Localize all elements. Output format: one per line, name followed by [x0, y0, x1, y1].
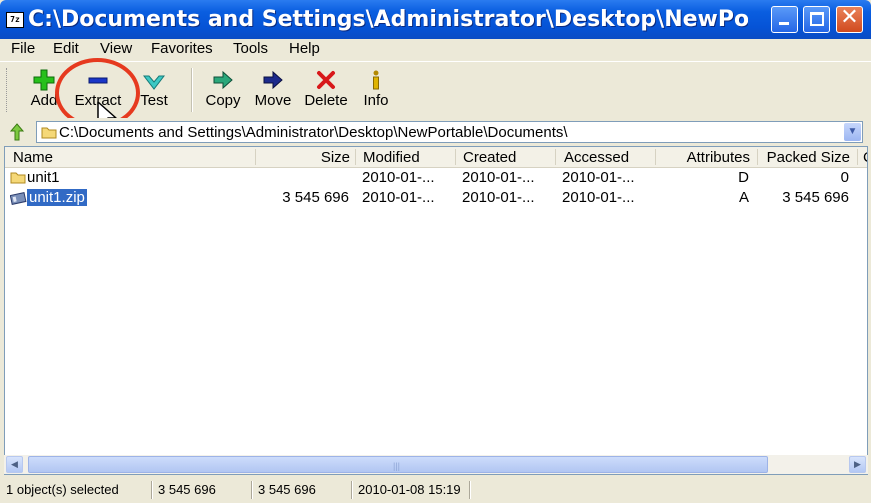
- close-icon: ✕: [840, 5, 859, 30]
- status-divider: [469, 481, 471, 499]
- row-packed-size: 0: [840, 169, 849, 186]
- menu-favorites[interactable]: Favorites: [151, 40, 213, 57]
- address-dropdown-button[interactable]: ▼: [844, 123, 861, 141]
- address-bar: C:\Documents and Settings\Administrator\…: [0, 118, 871, 146]
- add-label: Add: [30, 92, 58, 109]
- menu-help[interactable]: Help: [289, 40, 320, 57]
- move-label: Move: [254, 92, 292, 109]
- column-divider[interactable]: [355, 149, 356, 165]
- column-packed-size[interactable]: Packed Size: [760, 149, 850, 166]
- row-packed-size: 3 545 696: [782, 189, 849, 206]
- file-list: Name Size Modified Created Accessed Attr…: [4, 146, 868, 475]
- address-field[interactable]: C:\Documents and Settings\Administrator\…: [36, 121, 863, 143]
- maximize-icon: [810, 12, 824, 26]
- column-attributes[interactable]: Attributes: [660, 149, 750, 166]
- test-button[interactable]: Test: [135, 68, 173, 109]
- row-accessed: 2010-01-...: [562, 169, 635, 186]
- status-divider: [251, 481, 253, 499]
- status-size: 3 545 696: [158, 482, 216, 497]
- move-button[interactable]: Move: [253, 68, 293, 109]
- status-selected: 1 object(s) selected: [6, 482, 119, 497]
- info-button[interactable]: Info: [360, 68, 392, 109]
- status-packed: 3 545 696: [258, 482, 316, 497]
- menu-edit[interactable]: Edit: [53, 40, 79, 57]
- column-divider[interactable]: [757, 149, 758, 165]
- folder-up-icon[interactable]: [8, 122, 26, 142]
- row-attributes: A: [738, 189, 749, 206]
- row-created: 2010-01-...: [462, 189, 535, 206]
- toolbar-separator: [191, 68, 193, 112]
- horizontal-scrollbar[interactable]: ◀ ||| ▶: [4, 455, 868, 474]
- row-size: 3 545 696: [282, 189, 349, 206]
- row-name: unit1.zip: [27, 189, 87, 206]
- column-divider[interactable]: [655, 149, 656, 165]
- close-button[interactable]: ✕: [836, 5, 863, 33]
- toolbar-grip[interactable]: [6, 68, 10, 112]
- delete-x-icon: [317, 71, 335, 89]
- folder-icon: [41, 127, 57, 139]
- move-arrow-icon: [263, 70, 283, 90]
- info-icon: [373, 70, 379, 90]
- title-bar[interactable]: 7z C:\Documents and Settings\Administrat…: [0, 0, 871, 39]
- menu-tools[interactable]: Tools: [233, 40, 268, 57]
- selected-name: unit1.zip: [27, 189, 87, 206]
- column-created[interactable]: Created: [463, 149, 516, 166]
- row-accessed: 2010-01-...: [562, 189, 635, 206]
- column-divider[interactable]: [455, 149, 456, 165]
- row-modified: 2010-01-...: [362, 189, 435, 206]
- row-modified: 2010-01-...: [362, 169, 435, 186]
- column-size[interactable]: Size: [260, 149, 350, 166]
- add-icon: [33, 69, 55, 91]
- column-modified[interactable]: Modified: [363, 149, 420, 166]
- window-title: C:\Documents and Settings\Administrator\…: [28, 7, 748, 32]
- app-icon[interactable]: 7z: [6, 12, 24, 28]
- column-divider[interactable]: [255, 149, 256, 165]
- menu-file[interactable]: File: [11, 40, 35, 57]
- column-divider[interactable]: [555, 149, 556, 165]
- info-label: Info: [363, 92, 389, 109]
- checkmark-icon: [142, 75, 166, 90]
- row-attributes: D: [738, 169, 749, 186]
- status-divider: [351, 481, 353, 499]
- scroll-thumb[interactable]: |||: [28, 456, 768, 473]
- column-c[interactable]: C: [863, 149, 867, 166]
- grip-icon: |||: [393, 461, 401, 471]
- status-bar: 1 object(s) selected 3 545 696 3 545 696…: [0, 479, 871, 503]
- status-divider: [151, 481, 153, 499]
- column-name[interactable]: Name: [13, 149, 53, 166]
- maximize-button[interactable]: [803, 6, 830, 33]
- delete-label: Delete: [304, 92, 348, 109]
- minimize-button[interactable]: [771, 6, 798, 33]
- scroll-right-button[interactable]: ▶: [849, 456, 866, 473]
- address-path: C:\Documents and Settings\Administrator\…: [59, 124, 568, 141]
- list-header: Name Size Modified Created Accessed Attr…: [5, 147, 867, 168]
- column-divider[interactable]: [857, 149, 858, 165]
- column-accessed[interactable]: Accessed: [564, 149, 629, 166]
- scroll-left-button[interactable]: ◀: [6, 456, 23, 473]
- table-row[interactable]: unit1.zip 3 545 696 2010-01-... 2010-01-…: [5, 188, 867, 207]
- menu-bar: File Edit View Favorites Tools Help: [0, 39, 871, 61]
- table-row[interactable]: unit1 2010-01-... 2010-01-... 2010-01-..…: [5, 168, 867, 187]
- row-created: 2010-01-...: [462, 169, 535, 186]
- row-name: unit1: [27, 169, 60, 186]
- copy-button[interactable]: Copy: [203, 68, 243, 109]
- archive-icon: [10, 192, 27, 205]
- folder-icon: [10, 172, 26, 184]
- copy-label: Copy: [205, 92, 241, 109]
- menu-view[interactable]: View: [100, 40, 132, 57]
- status-date: 2010-01-08 15:19: [358, 482, 461, 497]
- minimize-icon: [779, 22, 789, 25]
- app-window: 7z C:\Documents and Settings\Administrat…: [0, 0, 871, 503]
- test-label: Test: [140, 92, 168, 109]
- copy-arrow-icon: [213, 70, 233, 90]
- delete-button[interactable]: Delete: [302, 68, 350, 109]
